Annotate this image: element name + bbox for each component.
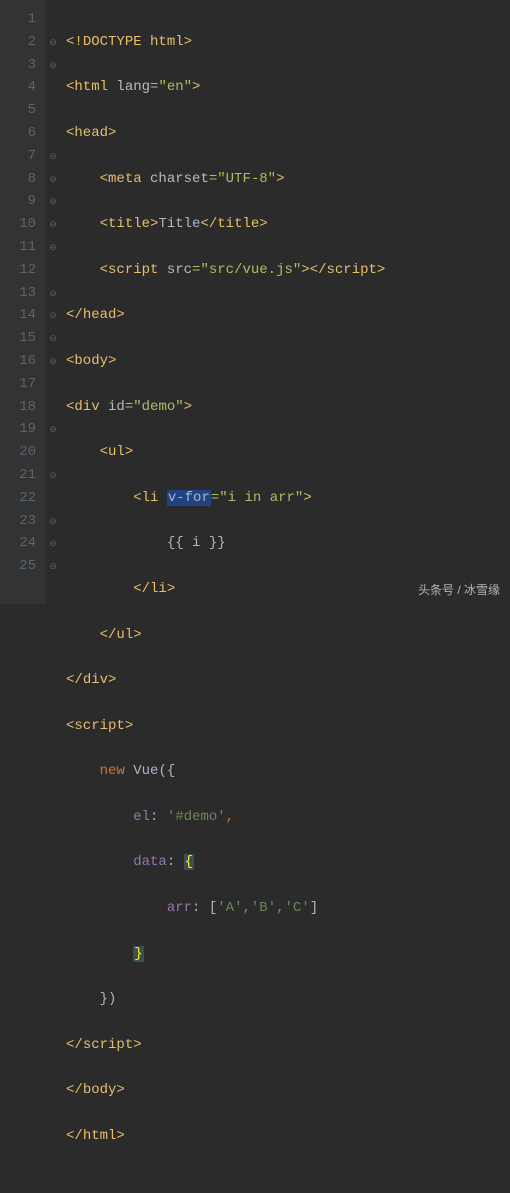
code-line[interactable]: <ul> (66, 441, 385, 464)
line-number: 14 (8, 304, 36, 327)
code-line[interactable]: {{ i }} (66, 532, 385, 555)
line-number: 4 (8, 76, 36, 99)
line-number: 6 (8, 122, 36, 145)
code-line[interactable]: </ul> (66, 624, 385, 647)
line-number: 3 (8, 54, 36, 77)
code-line[interactable]: }) (66, 988, 385, 1011)
line-number: 9 (8, 190, 36, 213)
fold-marker[interactable]: ⊝ (46, 510, 60, 533)
code-line[interactable]: <body> (66, 350, 385, 373)
fold-marker[interactable]: ⊝ (46, 327, 60, 350)
code-line[interactable]: <title>Title</title> (66, 213, 385, 236)
fold-marker[interactable] (46, 259, 60, 282)
line-number: 23 (8, 510, 36, 533)
line-number: 12 (8, 259, 36, 282)
fold-marker[interactable]: ⊝ (46, 282, 60, 305)
code-line[interactable]: <!DOCTYPE html> (66, 31, 385, 54)
fold-marker[interactable]: ⊖ (46, 350, 60, 373)
code-area[interactable]: <!DOCTYPE html> <html lang="en"> <head> … (60, 0, 385, 604)
line-number: 1 (8, 8, 36, 31)
code-line[interactable]: </body> (66, 1079, 385, 1102)
line-number: 2 (8, 31, 36, 54)
fold-marker[interactable] (46, 99, 60, 122)
fold-marker[interactable]: ⊝ (46, 304, 60, 327)
line-number: 16 (8, 350, 36, 373)
fold-gutter: ⊖ ⊖ ⊝ ⊖ ⊖ ⊖ ⊖ ⊝ ⊝ ⊝ ⊖ ⊖ ⊝ ⊝ ⊝ ⊝ (46, 0, 60, 604)
code-line[interactable]: data: { (66, 851, 385, 874)
line-number: 8 (8, 168, 36, 191)
fold-marker[interactable] (46, 76, 60, 99)
code-line[interactable]: </script> (66, 1034, 385, 1057)
code-line[interactable]: <script src="src/vue.js"></script> (66, 259, 385, 282)
fold-marker[interactable]: ⊝ (46, 532, 60, 555)
fold-marker[interactable]: ⊖ (46, 418, 60, 441)
line-number: 21 (8, 464, 36, 487)
code-line[interactable]: } (66, 943, 385, 966)
fold-marker[interactable] (46, 487, 60, 510)
code-editor[interactable]: 1 2 3 4 5 6 7 8 9 10 11 12 13 14 15 16 1… (0, 0, 510, 604)
code-line[interactable]: arr: ['A','B','C'] (66, 897, 385, 920)
code-line[interactable]: </head> (66, 304, 385, 327)
fold-marker[interactable]: ⊖ (46, 54, 60, 77)
code-line[interactable]: <script> (66, 715, 385, 738)
code-line[interactable]: <html lang="en"> (66, 76, 385, 99)
code-line[interactable]: </div> (66, 669, 385, 692)
line-number: 10 (8, 213, 36, 236)
fold-marker[interactable]: ⊖ (46, 190, 60, 213)
line-number: 18 (8, 396, 36, 419)
code-line[interactable]: el: '#demo', (66, 806, 385, 829)
fold-marker[interactable] (46, 396, 60, 419)
line-number: 13 (8, 282, 36, 305)
fold-marker[interactable] (46, 122, 60, 145)
fold-marker[interactable]: ⊖ (46, 168, 60, 191)
line-number-gutter: 1 2 3 4 5 6 7 8 9 10 11 12 13 14 15 16 1… (0, 0, 46, 604)
code-line[interactable]: <head> (66, 122, 385, 145)
line-number: 15 (8, 327, 36, 350)
code-line[interactable]: </li> (66, 578, 385, 601)
fold-marker[interactable]: ⊝ (46, 145, 60, 168)
line-number: 17 (8, 373, 36, 396)
code-line[interactable]: <li v-for="i in arr"> (66, 487, 385, 510)
code-line[interactable]: </html> (66, 1125, 385, 1148)
fold-marker[interactable] (46, 8, 60, 31)
watermark-text: 头条号 / 冰雪缘 (418, 581, 500, 598)
line-number: 11 (8, 236, 36, 259)
line-number: 22 (8, 487, 36, 510)
code-line[interactable]: <div id="demo"> (66, 396, 385, 419)
fold-marker[interactable] (46, 373, 60, 396)
line-number: 24 (8, 532, 36, 555)
line-number: 19 (8, 418, 36, 441)
fold-marker[interactable] (46, 441, 60, 464)
fold-marker[interactable]: ⊖ (46, 31, 60, 54)
code-line[interactable]: <meta charset="UTF-8"> (66, 168, 385, 191)
line-number: 7 (8, 145, 36, 168)
fold-marker[interactable]: ⊝ (46, 555, 60, 578)
fold-marker[interactable]: ⊖ (46, 236, 60, 259)
fold-marker[interactable]: ⊝ (46, 464, 60, 487)
code-line[interactable]: new Vue({ (66, 760, 385, 783)
line-number: 20 (8, 441, 36, 464)
fold-marker[interactable]: ⊖ (46, 213, 60, 236)
line-number: 25 (8, 555, 36, 578)
line-number: 5 (8, 99, 36, 122)
